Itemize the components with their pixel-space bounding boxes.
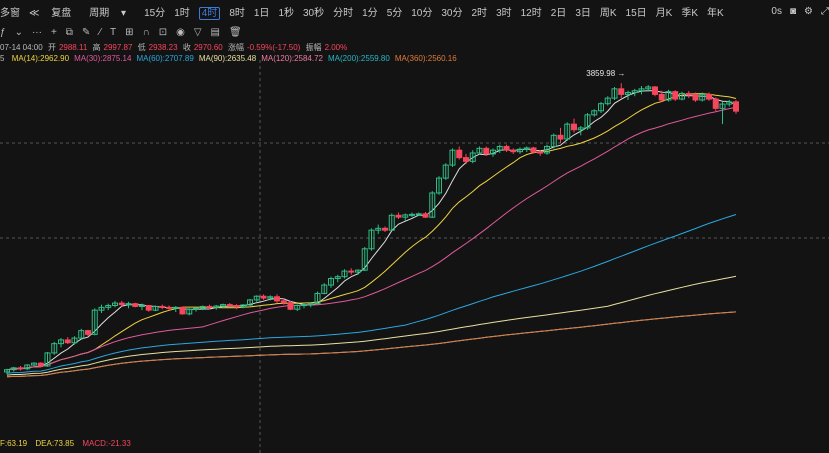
candle-body	[456, 149, 463, 159]
candle-body	[172, 306, 179, 309]
candle-body	[503, 145, 510, 151]
candle-body	[348, 270, 355, 273]
candle-body	[422, 213, 429, 218]
candle-body	[85, 330, 91, 335]
macd-dea: DEA:73.85	[35, 439, 75, 448]
candle-body	[280, 300, 287, 304]
candle-body	[672, 91, 679, 100]
candle-body	[382, 227, 388, 231]
candle-body	[557, 134, 564, 140]
candle-body	[706, 93, 712, 100]
candle-body	[712, 98, 719, 109]
candle-body	[17, 367, 24, 370]
candle-body	[64, 339, 71, 344]
candlestick-chart	[0, 60, 829, 453]
candle-body	[193, 307, 199, 310]
macd-readout: F:63.19 DEA:73.85 MACD:-21.33	[0, 439, 137, 448]
candle-body	[530, 147, 537, 153]
candle-body	[179, 306, 186, 315]
candle-body	[37, 362, 44, 367]
peak-value: 3859.98	[586, 69, 616, 79]
candle-body	[159, 305, 166, 308]
ma-line-360	[6, 311, 737, 378]
arrow-right-icon: →	[617, 69, 626, 79]
candle-body	[733, 101, 739, 112]
candle-body	[125, 303, 132, 306]
candle-body	[652, 86, 658, 95]
candle-body	[301, 304, 307, 307]
candle-body	[132, 303, 139, 307]
candle-body	[287, 302, 294, 310]
candle-body	[409, 213, 415, 216]
candle-body	[571, 123, 577, 131]
candle-body	[226, 304, 233, 307]
ma-line-90	[6, 275, 737, 376]
candle-body	[510, 149, 517, 153]
candle-body	[206, 305, 213, 308]
candle-body	[692, 94, 699, 101]
candle-body	[139, 305, 145, 308]
candle-body	[685, 92, 692, 96]
macd-dif: F:63.19	[0, 439, 28, 448]
candle-body	[415, 213, 422, 216]
candle-body	[395, 214, 402, 218]
macd-value: MACD:-21.33	[82, 439, 131, 448]
candle-body	[274, 296, 280, 302]
candle-body	[483, 147, 490, 155]
candle-body	[658, 93, 665, 101]
candle-body	[260, 295, 267, 299]
candle-body	[307, 303, 314, 306]
candle-body	[145, 305, 152, 311]
candle-body	[618, 88, 625, 95]
candle-body	[166, 306, 172, 309]
candle-body	[537, 151, 544, 154]
candle-body	[463, 157, 469, 162]
candle-body	[233, 305, 240, 308]
candle-body	[118, 302, 125, 306]
peak-price-label: 3859.98 →	[586, 69, 625, 78]
